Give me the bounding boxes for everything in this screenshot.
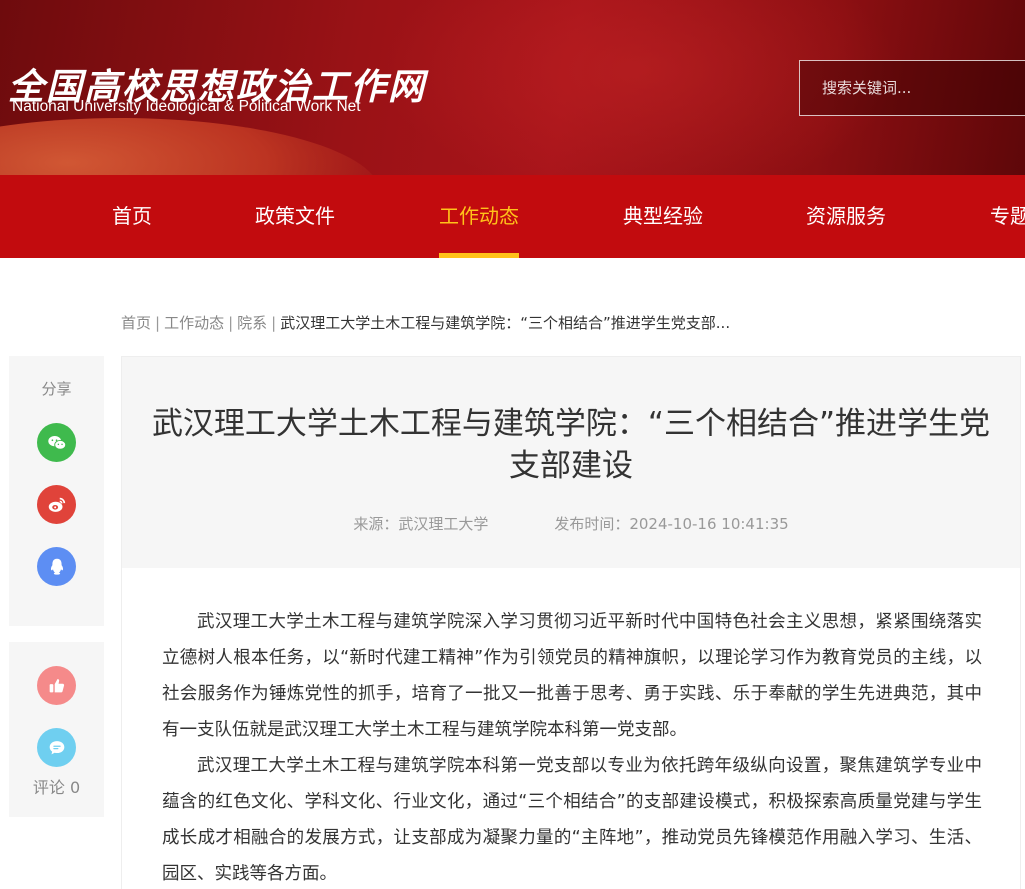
search-box <box>799 60 1025 116</box>
main-nav: 首页 政策文件 工作动态 典型经验 资源服务 专题 <box>0 175 1025 258</box>
action-panel: 评论 0 <box>9 642 104 817</box>
wechat-icon[interactable] <box>37 423 76 462</box>
nav-item-home[interactable]: 首页 <box>112 175 152 258</box>
like-icon[interactable] <box>37 666 76 705</box>
article-paragraph: 武汉理工大学土木工程与建筑学院深入学习贯彻习近平新时代中国特色社会主义思想，紧紧… <box>162 612 982 740</box>
site-header: 全国高校思想政治工作网 National University Ideologi… <box>0 0 1025 175</box>
breadcrumb-current: 武汉理工大学土木工程与建筑学院：“三个相结合”推进学生党支部... <box>280 314 731 332</box>
breadcrumb-department[interactable]: 院系 <box>237 314 267 332</box>
nav-item-work-news[interactable]: 工作动态 <box>439 175 519 258</box>
breadcrumb-work-news[interactable]: 工作动态 <box>164 314 224 332</box>
article-title: 武汉理工大学土木工程与建筑学院：“三个相结合”推进学生党支部建设 <box>151 406 991 484</box>
comment-icon[interactable] <box>37 728 76 767</box>
breadcrumb-home[interactable]: 首页 <box>121 314 151 332</box>
article: 武汉理工大学土木工程与建筑学院：“三个相结合”推进学生党支部建设 来源：武汉理工… <box>121 356 1021 889</box>
article-body: 武汉理工大学土木工程与建筑学院深入学习贯彻习近平新时代中国特色社会主义思想，紧紧… <box>162 604 982 889</box>
article-paragraph: 武汉理工大学土木工程与建筑学院本科第一党支部以专业为依托跨年级纵向设置，聚焦建筑… <box>162 756 982 884</box>
breadcrumb-separator: | <box>155 314 161 332</box>
weibo-icon[interactable] <box>37 485 76 524</box>
breadcrumb-separator: | <box>271 314 277 332</box>
nav-item-topics[interactable]: 专题 <box>990 175 1025 258</box>
nav-item-typical-experience[interactable]: 典型经验 <box>623 175 703 258</box>
breadcrumb: 首页 | 工作动态 | 院系 | 武汉理工大学土木工程与建筑学院：“三个相结合”推进学生党支… <box>121 312 730 333</box>
article-header: 武汉理工大学土木工程与建筑学院：“三个相结合”推进学生党支部建设 来源：武汉理工… <box>122 357 1020 568</box>
nav-item-resources[interactable]: 资源服务 <box>806 175 886 258</box>
share-label: 分享 <box>41 380 72 398</box>
nav-item-policy[interactable]: 政策文件 <box>255 175 335 258</box>
qq-icon[interactable] <box>37 547 76 586</box>
breadcrumb-separator: | <box>228 314 234 332</box>
search-input[interactable] <box>800 61 1025 115</box>
article-source: 来源：武汉理工大学 <box>353 515 489 533</box>
comment-count[interactable]: 评论 0 <box>9 774 104 798</box>
header-swoosh <box>0 118 380 175</box>
logo-english: National University Ideological & Politi… <box>12 98 361 115</box>
article-meta: 来源：武汉理工大学 发布时间：2024-10-16 10:41:35 <box>122 513 1020 534</box>
article-published-time: 发布时间：2024-10-16 10:41:35 <box>554 515 789 533</box>
share-panel: 分享 <box>9 356 104 626</box>
site-logo[interactable]: 全国高校思想政治工作网 National University Ideologi… <box>8 58 438 120</box>
